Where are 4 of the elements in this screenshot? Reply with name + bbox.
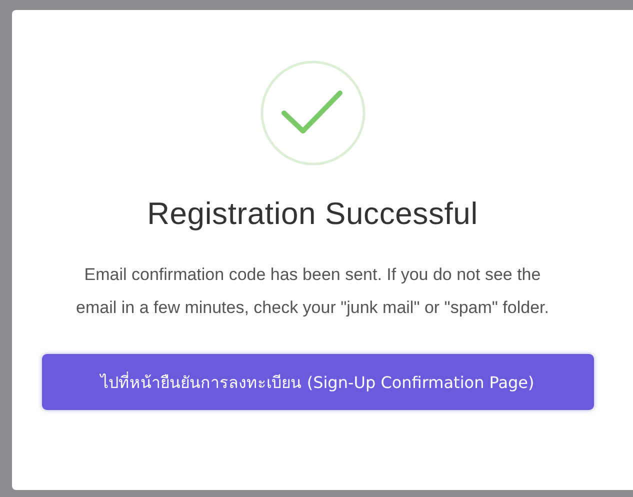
dialog-message: Email confirmation code has been sent. If you do not see the email in a few minutes, check your "junk mail" or "spam" folder. xyxy=(75,264,550,319)
dialog-title: Registration Successful xyxy=(147,196,478,232)
confirmation-page-button[interactable]: ไปที่หน้ายืนยันการลงทะเบียน (Sign-Up Confirmation Page) xyxy=(42,354,594,410)
check-circle-icon xyxy=(260,60,366,166)
